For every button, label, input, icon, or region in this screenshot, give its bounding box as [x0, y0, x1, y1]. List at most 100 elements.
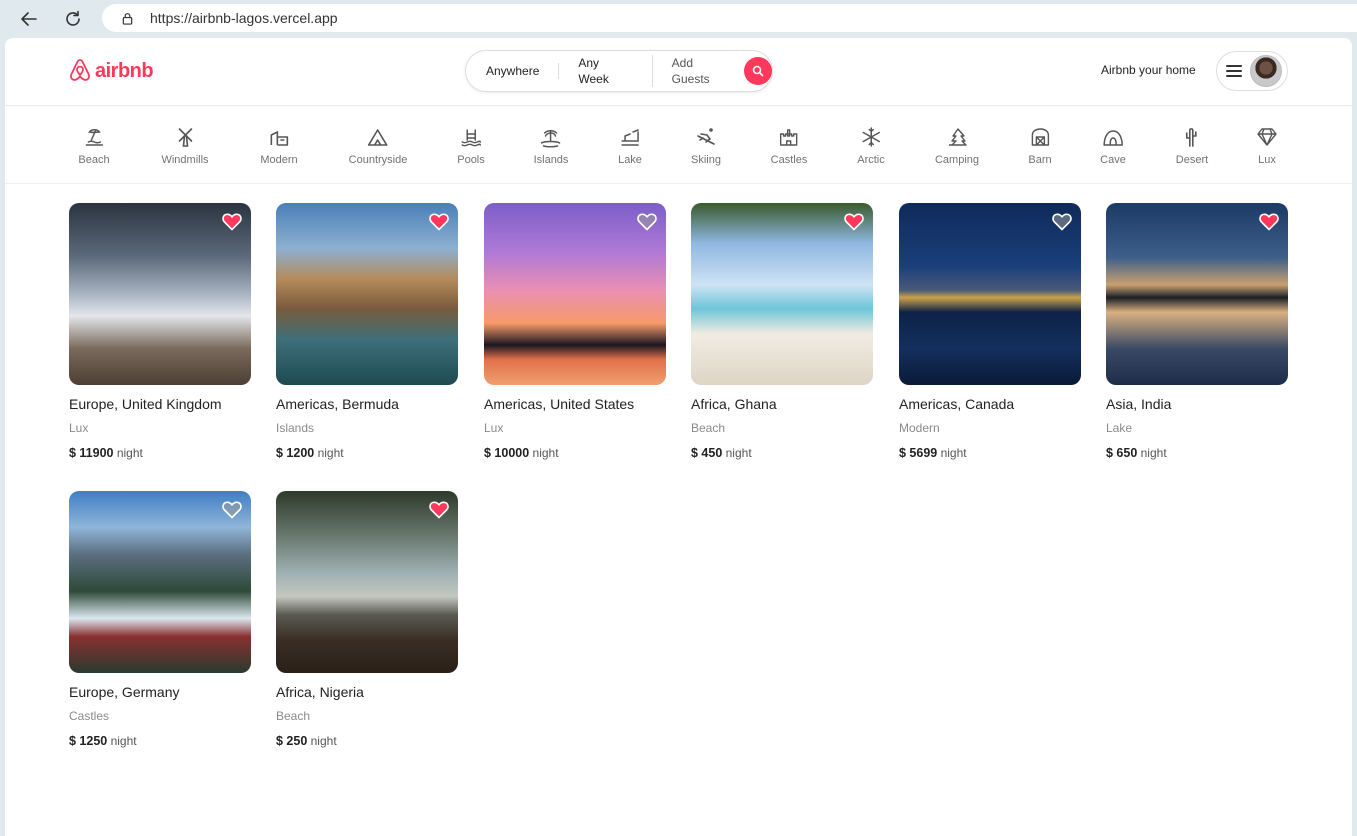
search-bar[interactable]: Anywhere Any Week Add Guests	[465, 50, 773, 92]
category-lake[interactable]: Lake	[618, 126, 642, 166]
listing-card[interactable]: Africa, Ghana Beach $ 450 night	[691, 203, 873, 460]
category-beach[interactable]: Beach	[78, 126, 110, 166]
category-modern[interactable]: Modern	[260, 126, 298, 166]
listing-card[interactable]: Americas, United States Lux $ 10000 nigh…	[484, 203, 666, 460]
camping-icon	[949, 128, 967, 146]
countryside-icon	[368, 129, 388, 146]
category-countryside[interactable]: Countryside	[349, 126, 407, 166]
airbnb-page: airbnb Anywhere Any Week Add Guests Airb…	[5, 38, 1352, 836]
listing-category: Lux	[484, 421, 504, 435]
user-menu-button[interactable]	[1216, 51, 1288, 91]
listing-location: Americas, Canada	[899, 396, 1015, 412]
url-text: https://airbnb-lagos.vercel.app	[150, 10, 338, 26]
listing-card[interactable]: Africa, Nigeria Beach $ 250 night	[276, 491, 458, 748]
category-barn[interactable]: Barn	[1028, 126, 1052, 166]
listing-photo	[1106, 203, 1288, 385]
lock-icon	[120, 11, 134, 25]
listing-photo	[276, 203, 458, 385]
category-islands[interactable]: Islands	[534, 126, 568, 166]
arrow-left-icon	[21, 12, 37, 26]
category-bar: Beach Windmills Modern Countryside Pools…	[5, 106, 1352, 184]
reload-button[interactable]	[60, 6, 86, 32]
heart-icon[interactable]	[844, 212, 864, 231]
listing-category: Lux	[69, 421, 89, 435]
airbnb-logo[interactable]: airbnb	[68, 58, 154, 84]
listing-photo	[69, 491, 251, 673]
listing-price: $ 250 night	[276, 734, 337, 748]
category-desert[interactable]: Desert	[1176, 126, 1208, 166]
heart-icon[interactable]	[429, 500, 449, 519]
category-arctic[interactable]: Arctic	[857, 126, 885, 166]
listing-category: Modern	[899, 421, 940, 435]
listing-photo	[69, 203, 251, 385]
logo-text: airbnb	[95, 59, 154, 82]
listing-location: Africa, Ghana	[691, 396, 777, 412]
castle-icon	[780, 129, 798, 146]
pool-icon	[461, 129, 481, 147]
listing-price: $ 11900 night	[69, 446, 143, 460]
back-button[interactable]	[16, 6, 42, 32]
listing-category: Islands	[276, 421, 315, 435]
listing-price: $ 1200 night	[276, 446, 344, 460]
diamond-icon	[1257, 128, 1277, 146]
heart-icon[interactable]	[1052, 212, 1072, 231]
listing-location: Europe, Germany	[69, 684, 180, 700]
airbnb-your-home-link[interactable]: Airbnb your home	[1101, 63, 1196, 77]
island-icon	[541, 130, 561, 148]
listing-category: Beach	[276, 709, 311, 723]
listing-price: $ 1250 night	[69, 734, 137, 748]
listing-price: $ 650 night	[1106, 446, 1167, 460]
listing-photo	[691, 203, 873, 385]
search-button[interactable]	[744, 57, 772, 85]
listing-card[interactable]: Europe, United Kingdom Lux $ 11900 night	[69, 203, 251, 460]
listing-card[interactable]: Americas, Canada Modern $ 5699 night	[899, 203, 1081, 460]
avatar	[1250, 55, 1282, 87]
search-icon	[752, 65, 764, 77]
category-windmills[interactable]: Windmills	[161, 126, 209, 166]
modern-house-icon	[270, 131, 288, 146]
barn-icon	[1031, 128, 1049, 146]
skiing-icon	[697, 128, 715, 145]
listing-location: Africa, Nigeria	[276, 684, 364, 700]
category-skiing[interactable]: Skiing	[691, 126, 721, 166]
snowflake-icon	[862, 127, 880, 147]
category-cave[interactable]: Cave	[1100, 126, 1126, 166]
listing-category: Beach	[691, 421, 726, 435]
category-pools[interactable]: Pools	[457, 126, 485, 166]
reload-icon	[66, 10, 80, 26]
site-header: airbnb Anywhere Any Week Add Guests Airb…	[5, 38, 1352, 106]
browser-toolbar: https://airbnb-lagos.vercel.app	[0, 0, 1357, 38]
category-castles[interactable]: Castles	[771, 126, 807, 166]
search-anywhere[interactable]: Anywhere	[466, 63, 560, 79]
category-camping[interactable]: Camping	[935, 126, 979, 166]
listing-card[interactable]: Asia, India Lake $ 650 night	[1106, 203, 1288, 460]
heart-icon[interactable]	[222, 212, 242, 231]
listing-category: Lake	[1106, 421, 1133, 435]
listing-price: $ 450 night	[691, 446, 752, 460]
listing-photo	[899, 203, 1081, 385]
listing-card[interactable]: Americas, Bermuda Islands $ 1200 night	[276, 203, 458, 460]
listing-location: Americas, Bermuda	[276, 396, 399, 412]
listing-card[interactable]: Europe, Germany Castles $ 1250 night	[69, 491, 251, 748]
heart-icon[interactable]	[1259, 212, 1279, 231]
heart-icon[interactable]	[637, 212, 657, 231]
cactus-icon	[1186, 128, 1197, 147]
airbnb-logo-icon	[70, 59, 90, 81]
listing-photo	[484, 203, 666, 385]
listing-location: Europe, United Kingdom	[69, 396, 222, 412]
heart-icon[interactable]	[429, 212, 449, 231]
listing-category: Castles	[69, 709, 110, 723]
hamburger-menu-icon	[1226, 64, 1242, 78]
listing-price: $ 10000 night	[484, 446, 559, 460]
cave-icon	[1103, 130, 1123, 146]
search-add-guests[interactable]: Add Guests	[653, 55, 744, 87]
address-bar[interactable]: https://airbnb-lagos.vercel.app	[102, 4, 1357, 32]
windmill-icon	[178, 128, 192, 147]
search-any-week[interactable]: Any Week	[559, 55, 653, 87]
listing-location: Americas, United States	[484, 396, 635, 412]
lake-icon	[621, 129, 639, 146]
heart-icon[interactable]	[222, 500, 242, 519]
category-lux[interactable]: Lux	[1256, 126, 1278, 166]
listing-location: Asia, India	[1106, 396, 1172, 412]
listing-price: $ 5699 night	[899, 446, 967, 460]
